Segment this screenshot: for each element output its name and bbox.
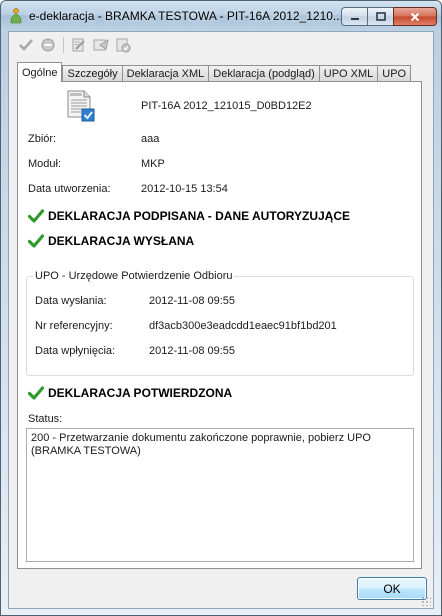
dialog-client-area: Ogólne Szczegóły Deklaracja XML Deklarac…	[8, 31, 434, 609]
toolbar-separator	[63, 37, 64, 53]
received-date-value: 2012-11-08 09:55	[149, 345, 236, 357]
stop-icon	[41, 38, 55, 52]
sent-date-label: Data wysłania:	[35, 295, 107, 307]
resize-grip[interactable]	[421, 596, 431, 606]
module-label: Moduł:	[28, 158, 62, 170]
minimize-button[interactable]	[341, 7, 367, 26]
toolbar	[15, 34, 134, 56]
sent-status-text: DEKLARACJA WYSŁANA	[48, 234, 195, 248]
toolbar-approve-button[interactable]	[112, 35, 134, 55]
close-icon	[410, 12, 420, 21]
toolbar-send-button[interactable]	[90, 35, 112, 55]
send-document-icon	[93, 38, 109, 51]
document-name: PIT-16A 2012_121015_D0BD12E2	[141, 100, 312, 112]
collection-label: Zbiór:	[28, 133, 57, 145]
document-icon	[67, 90, 95, 122]
status-textbox[interactable]: 200 - Przetwarzanie dokumentu zakończone…	[26, 428, 414, 562]
maximize-icon	[375, 12, 386, 21]
toolbar-check-button[interactable]	[15, 35, 37, 55]
collection-value: aaa	[141, 133, 160, 145]
status-label: Status:	[28, 413, 63, 425]
created-date-value: 2012-10-15 13:54	[141, 183, 228, 195]
signed-status-text: DEKLARACJA PODPISANA - DANE AUTORYZUJĄCE	[48, 209, 351, 223]
module-value: MKP	[141, 158, 165, 170]
ok-button[interactable]: OK	[357, 577, 427, 600]
tab-szczegoly[interactable]: Szczegóły	[62, 65, 123, 82]
edit-document-icon	[72, 38, 85, 52]
minimize-icon	[350, 17, 359, 20]
signed-status: DEKLARACJA PODPISANA - DANE AUTORYZUJĄCE	[28, 209, 350, 223]
check-icon	[19, 39, 33, 51]
reference-number-label: Nr referencyjny:	[35, 320, 113, 332]
tab-deklaracja-xml[interactable]: Deklaracja XML	[121, 65, 210, 82]
green-check-icon	[28, 234, 44, 248]
app-icon	[10, 8, 22, 24]
sent-status: DEKLARACJA WYSŁANA	[28, 234, 194, 248]
title-bar[interactable]: e-deklaracja - BRAMKA TESTOWA - PIT-16A …	[1, 1, 441, 31]
close-button[interactable]	[393, 7, 437, 26]
approve-document-icon	[116, 38, 131, 53]
tab-strip: Ogólne Szczegóły Deklaracja XML Deklarac…	[17, 62, 412, 82]
reference-number-value: df3acb300e3eadcdd1eaec91bf1bd201	[149, 320, 337, 332]
upo-group-title: UPO - Urzędowe Potwierdzenie Odbioru	[33, 270, 235, 282]
toolbar-edit-button[interactable]	[68, 35, 90, 55]
confirmed-status: DEKLARACJA POTWIERDZONA	[28, 386, 232, 400]
tab-panel-general: PIT-16A 2012_121015_D0BD12E2 Zbiór: aaa …	[17, 81, 422, 569]
window-title: e-deklaracja - BRAMKA TESTOWA - PIT-16A …	[29, 9, 343, 23]
created-date-label: Data utworzenia:	[28, 183, 111, 195]
toolbar-stop-button[interactable]	[37, 35, 59, 55]
tab-upo-xml[interactable]: UPO XML	[318, 65, 379, 82]
maximize-button[interactable]	[367, 7, 393, 26]
sent-date-value: 2012-11-08 09:55	[149, 295, 236, 307]
received-date-label: Data wpłynięcia:	[35, 345, 116, 357]
tab-deklaracja-podglad[interactable]: Deklaracja (podgląd)	[208, 65, 320, 82]
caption-buttons	[341, 7, 437, 26]
upo-groupbox: UPO - Urzędowe Potwierdzenie Odbioru Dat…	[26, 270, 414, 376]
tab-ogolne[interactable]: Ogólne	[17, 62, 63, 82]
green-check-icon	[28, 209, 44, 223]
green-check-icon	[28, 386, 44, 400]
tab-upo[interactable]: UPO	[377, 65, 412, 82]
confirmed-status-text: DEKLARACJA POTWIERDZONA	[48, 386, 233, 400]
dialog-window: e-deklaracja - BRAMKA TESTOWA - PIT-16A …	[0, 0, 442, 616]
